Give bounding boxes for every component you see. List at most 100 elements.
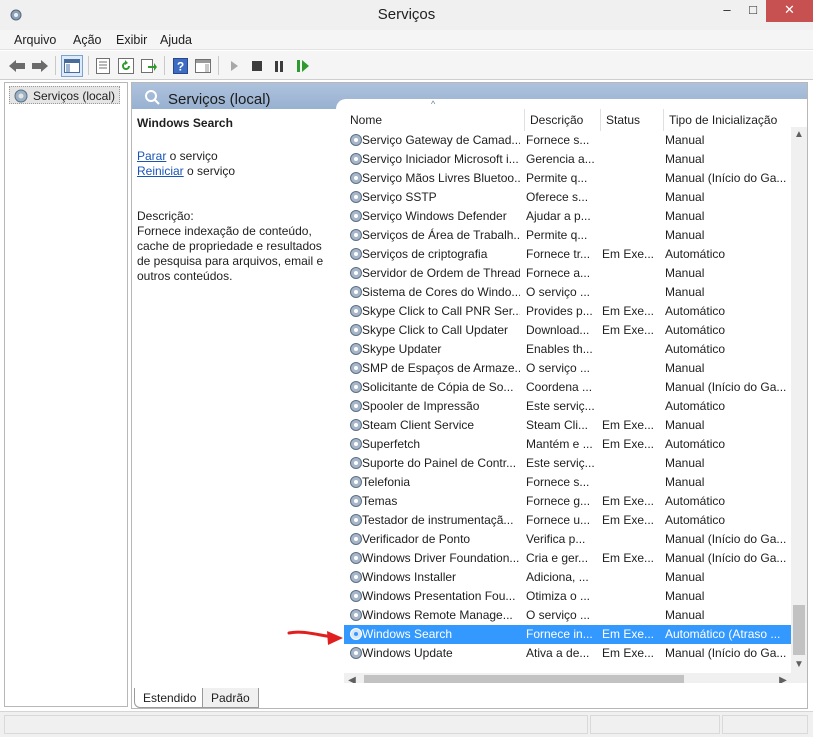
table-row[interactable]: Windows Update Ativa a de... Em Exe... Manu… [344, 644, 791, 663]
export-list-button[interactable] [138, 55, 160, 77]
table-row[interactable]: Windows Search Fornece in... Em Exe... Auto… [344, 625, 791, 644]
table-row[interactable]: Serviço Windows Defender Ajudar a p... Man… [344, 207, 791, 226]
service-name-cell: Sistema de Cores do Windo... [362, 285, 520, 299]
table-row[interactable]: Skype Updater Enables th... Automático [344, 340, 791, 359]
table-row[interactable]: Sistema de Cores do Windo... O serviço ..… [344, 283, 791, 302]
tab-standard[interactable]: Padrão [202, 688, 259, 708]
table-row[interactable]: SMP de Espaços de Armaze... O serviço ...… [344, 359, 791, 378]
table-row[interactable]: Serviço Mãos Livres Bluetoo... Permite q.… [344, 169, 791, 188]
service-name-cell: Suporte do Painel de Contr... [362, 456, 517, 470]
horizontal-scrollbar[interactable]: ◀ ▶ [344, 673, 791, 683]
column-header-status[interactable]: Status [606, 113, 640, 131]
scroll-up-icon[interactable]: ▲ [791, 127, 807, 143]
service-startup-cell: Manual (Início do Ga... [665, 532, 787, 546]
menu-acao[interactable]: Ação [73, 33, 102, 47]
table-row[interactable]: Windows Presentation Fou... Otimiza o ...… [344, 587, 791, 606]
table-row[interactable]: Solicitante de Cópia de So... Coordena ..… [344, 378, 791, 397]
service-status-cell: Em Exe... [602, 551, 655, 565]
service-name-cell: Windows Update [362, 646, 453, 660]
service-name-cell: Spooler de Impressão [362, 399, 480, 413]
back-button[interactable] [6, 55, 28, 77]
service-name-cell: Serviço Windows Defender [362, 209, 507, 223]
tree-item-services-local[interactable]: Serviços (local) [9, 86, 121, 104]
service-startup-cell: Automático [665, 399, 726, 413]
service-startup-cell: Automático (Atraso ... [665, 627, 781, 641]
service-description-cell: Steam Cli... [526, 418, 589, 432]
list-header: ^ Nome Descrição Status Tipo de Iniciali… [336, 99, 791, 131]
service-description-cell: Oferece s... [526, 190, 589, 204]
service-description-cell: Mantém e ... [526, 437, 593, 451]
table-row[interactable]: Serviço Gateway de Camad... Fornece s... M… [344, 131, 791, 150]
table-row[interactable]: Windows Remote Manage... O serviço ... Man… [344, 606, 791, 625]
menu-arquivo[interactable]: Arquivo [14, 33, 56, 47]
stop-service-button[interactable] [246, 55, 268, 77]
show-hide-tree-button[interactable] [61, 55, 83, 77]
scroll-down-icon[interactable]: ▼ [791, 657, 807, 673]
scroll-left-icon[interactable]: ◀ [344, 673, 360, 683]
table-row[interactable]: Superfetch Mantém e ... Em Exe... Automátic… [344, 435, 791, 454]
console-tree-icon [64, 59, 80, 73]
minimize-button[interactable]: – [714, 0, 740, 22]
close-button[interactable]: ✕ [766, 0, 813, 22]
menu-exibir[interactable]: Exibir [116, 33, 147, 47]
service-description-cell: O serviço ... [526, 361, 591, 375]
service-name-cell: Serviços de Área de Trabalh... [362, 228, 520, 242]
table-row[interactable]: Skype Click to Call Updater Download... Em… [344, 321, 791, 340]
pause-service-button[interactable] [268, 55, 290, 77]
pause-icon [275, 60, 283, 72]
properties-button[interactable] [92, 55, 114, 77]
table-row[interactable]: Temas Fornece g... Em Exe... Automático [344, 492, 791, 511]
table-row[interactable]: Verificador de Ponto Verifica p... Manual … [344, 530, 791, 549]
menu-ajuda[interactable]: Ajuda [160, 33, 192, 47]
service-startup-cell: Manual [665, 589, 705, 603]
table-row[interactable]: Serviço Iniciador Microsoft i... Gerencia… [344, 150, 791, 169]
forward-button[interactable] [29, 55, 51, 77]
service-status-cell: Em Exe... [602, 418, 655, 432]
column-header-name[interactable]: Nome [350, 113, 382, 131]
vertical-scrollbar[interactable]: ▲ ▼ [791, 127, 807, 673]
table-row[interactable]: Serviços de Área de Trabalh... Permite q.… [344, 226, 791, 245]
start-service-button[interactable] [223, 55, 245, 77]
table-row[interactable]: Telefonia Fornece s... Manual [344, 473, 791, 492]
service-description-cell: Otimiza o ... [526, 589, 591, 603]
status-bar [0, 711, 813, 737]
stop-action: Parar o serviço [137, 149, 218, 163]
service-name-cell: Skype Updater [362, 342, 442, 356]
scroll-right-icon[interactable]: ▶ [775, 673, 791, 683]
help-button[interactable]: ? [169, 55, 191, 77]
column-header-startup-type[interactable]: Tipo de Inicialização [669, 113, 777, 131]
restart-icon [297, 60, 309, 72]
restart-service-link[interactable]: Reiniciar [137, 164, 184, 178]
table-row[interactable]: Suporte do Painel de Contr... Este serviç… [344, 454, 791, 473]
stop-service-link[interactable]: Parar [137, 149, 166, 163]
service-startup-cell: Automático [665, 342, 726, 356]
service-startup-cell: Manual [665, 133, 705, 147]
table-row[interactable]: Spooler de Impressão Este serviç... Automá… [344, 397, 791, 416]
show-hide-action-pane-button[interactable] [192, 55, 214, 77]
table-row[interactable]: Serviços de criptografia Fornece tr... Em … [344, 245, 791, 264]
table-row[interactable]: Skype Click to Call PNR Ser... Provides p… [344, 302, 791, 321]
view-tabs: Estendido Padrão [132, 684, 807, 708]
service-name-cell: Serviço SSTP [362, 190, 437, 204]
maximize-button[interactable]: □ [740, 0, 766, 22]
service-description-cell: Fornece s... [526, 475, 590, 489]
service-startup-cell: Manual [665, 570, 705, 584]
scroll-corner [791, 673, 807, 683]
table-row[interactable]: Windows Installer Adiciona, ... Manual [344, 568, 791, 587]
service-status-cell: Em Exe... [602, 627, 655, 641]
vertical-scroll-thumb[interactable] [793, 605, 805, 655]
tab-extended[interactable]: Estendido [134, 688, 206, 708]
column-header-description[interactable]: Descrição [530, 113, 583, 131]
table-row[interactable]: Windows Driver Foundation... Cria e ger..… [344, 549, 791, 568]
horizontal-scroll-thumb[interactable] [364, 675, 684, 683]
table-row[interactable]: Servidor de Ordem de Thread Fornece a... M… [344, 264, 791, 283]
table-row[interactable]: Serviço SSTP Oferece s... Manual [344, 188, 791, 207]
service-startup-cell: Manual [665, 475, 705, 489]
table-row[interactable]: Steam Client Service Steam Cli... Em Exe..… [344, 416, 791, 435]
restart-service-button[interactable] [292, 55, 314, 77]
refresh-button[interactable] [115, 55, 137, 77]
service-name-cell: Windows Remote Manage... [362, 608, 513, 622]
service-startup-cell: Manual [665, 361, 705, 375]
service-startup-cell: Manual (Início do Ga... [665, 551, 787, 565]
table-row[interactable]: Testador de instrumentaçã... Fornece u...… [344, 511, 791, 530]
